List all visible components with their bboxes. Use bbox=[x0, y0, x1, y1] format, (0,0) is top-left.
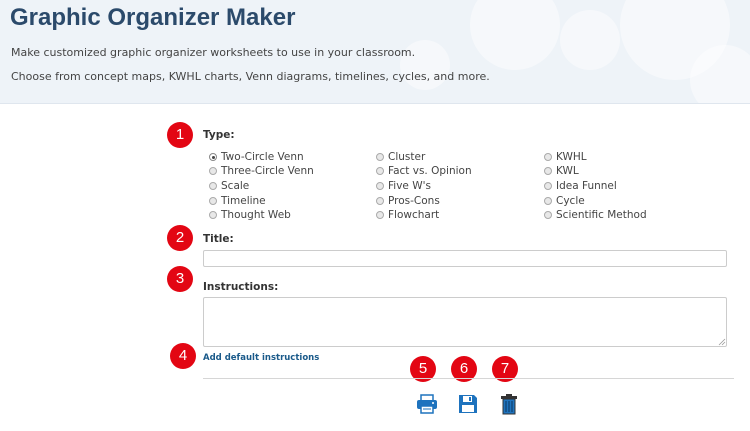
type-option-cluster[interactable]: Cluster bbox=[376, 150, 425, 164]
type-option-label: Scientific Method bbox=[556, 209, 647, 221]
radio-button[interactable] bbox=[544, 153, 552, 161]
type-option-kwl[interactable]: KWL bbox=[544, 164, 579, 178]
type-option-five-ws[interactable]: Five W's bbox=[376, 179, 431, 193]
delete-button[interactable] bbox=[498, 393, 520, 415]
type-option-label: Scale bbox=[221, 180, 250, 192]
print-button[interactable] bbox=[416, 393, 438, 415]
radio-button[interactable] bbox=[209, 211, 217, 219]
add-default-instructions-link[interactable]: Add default instructions bbox=[203, 353, 319, 363]
save-button[interactable] bbox=[457, 393, 479, 415]
radio-button[interactable] bbox=[376, 153, 384, 161]
floppy-disk-icon bbox=[459, 395, 477, 413]
radio-button[interactable] bbox=[376, 211, 384, 219]
radio-button[interactable] bbox=[209, 167, 217, 175]
radio-button[interactable] bbox=[209, 197, 217, 205]
type-option-three-circle-venn[interactable]: Three-Circle Venn bbox=[209, 164, 314, 178]
radio-button-selected[interactable] bbox=[209, 153, 217, 161]
radio-button[interactable] bbox=[544, 211, 552, 219]
page-description-line-1: Make customized graphic organizer worksh… bbox=[11, 46, 416, 59]
type-option-label: Flowchart bbox=[388, 209, 440, 221]
type-option-label: Five W's bbox=[388, 180, 431, 192]
step-badge-3: 3 bbox=[167, 266, 193, 292]
type-option-label: KWL bbox=[556, 165, 579, 177]
radio-button[interactable] bbox=[376, 167, 384, 175]
step-badge-1: 1 bbox=[167, 122, 193, 148]
type-option-label: KWHL bbox=[556, 151, 587, 163]
type-option-two-circle-venn[interactable]: Two-Circle Venn bbox=[209, 150, 304, 164]
type-option-label: Thought Web bbox=[221, 209, 291, 221]
instructions-label: Instructions: bbox=[203, 281, 279, 293]
trash-icon bbox=[501, 394, 517, 415]
title-input[interactable] bbox=[203, 250, 727, 267]
decorative-bubble bbox=[470, 0, 560, 70]
type-option-idea-funnel[interactable]: Idea Funnel bbox=[544, 179, 617, 193]
page-description-line-2: Choose from concept maps, KWHL charts, V… bbox=[11, 70, 490, 83]
type-option-label: Idea Funnel bbox=[556, 180, 617, 192]
type-option-label: Two-Circle Venn bbox=[221, 151, 304, 163]
type-option-pros-cons[interactable]: Pros-Cons bbox=[376, 194, 440, 208]
type-option-label: Timeline bbox=[221, 195, 266, 207]
type-option-label: Cluster bbox=[388, 151, 426, 163]
instructions-textarea[interactable] bbox=[203, 297, 727, 347]
type-option-timeline[interactable]: Timeline bbox=[209, 194, 266, 208]
radio-button[interactable] bbox=[376, 182, 384, 190]
type-label: Type: bbox=[203, 129, 235, 141]
page-title: Graphic Organizer Maker bbox=[10, 4, 296, 31]
type-option-label: Pros-Cons bbox=[388, 195, 440, 207]
type-option-cycle[interactable]: Cycle bbox=[544, 194, 585, 208]
radio-button[interactable] bbox=[544, 167, 552, 175]
type-option-scientific-method[interactable]: Scientific Method bbox=[544, 208, 647, 222]
radio-button[interactable] bbox=[544, 182, 552, 190]
radio-button[interactable] bbox=[209, 182, 217, 190]
type-option-label: Three-Circle Venn bbox=[221, 165, 314, 177]
type-option-scale[interactable]: Scale bbox=[209, 179, 249, 193]
type-option-thought-web[interactable]: Thought Web bbox=[209, 208, 291, 222]
printer-icon bbox=[417, 394, 437, 414]
page-header: Graphic Organizer Maker Make customized … bbox=[0, 0, 750, 104]
type-option-label: Fact vs. Opinion bbox=[388, 165, 472, 177]
divider bbox=[203, 378, 734, 379]
step-badge-4: 4 bbox=[170, 343, 196, 369]
resize-grip-icon[interactable] bbox=[718, 338, 726, 346]
type-option-label: Cycle bbox=[556, 195, 585, 207]
radio-button[interactable] bbox=[544, 197, 552, 205]
title-label: Title: bbox=[203, 233, 234, 245]
radio-button[interactable] bbox=[376, 197, 384, 205]
type-option-kwhl[interactable]: KWHL bbox=[544, 150, 587, 164]
type-option-flowchart[interactable]: Flowchart bbox=[376, 208, 439, 222]
type-option-fact-vs-opinion[interactable]: Fact vs. Opinion bbox=[376, 164, 472, 178]
decorative-bubble bbox=[560, 10, 620, 70]
step-badge-2: 2 bbox=[167, 225, 193, 251]
